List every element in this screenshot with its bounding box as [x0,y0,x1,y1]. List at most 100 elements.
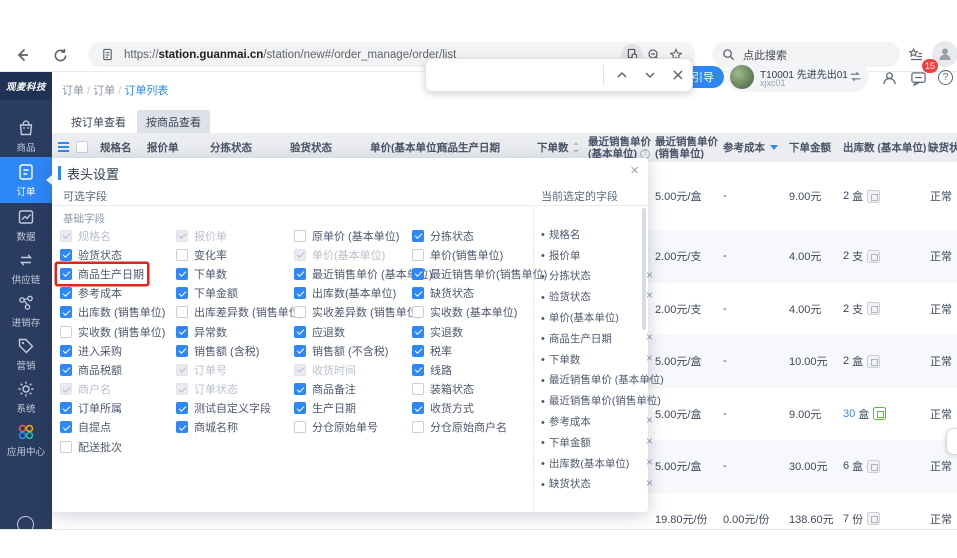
field-checkbox-item[interactable]: 下单数 [173,264,230,283]
sidebar-item[interactable]: 商品 [0,114,52,157]
checkbox-icon[interactable] [176,249,188,261]
checkbox-icon[interactable] [60,230,72,242]
checkbox-icon[interactable] [412,421,424,433]
remove-icon[interactable]: × [646,392,653,406]
checkbox-icon[interactable] [60,326,72,338]
table-column-header[interactable]: 出库数 (基本单位) ? [843,133,937,162]
checkbox-icon[interactable] [294,383,306,395]
field-checkbox-item[interactable]: 单价(销售单位) [409,245,506,264]
field-checkbox-item[interactable]: 异常数 [173,322,230,341]
checkbox-icon[interactable] [176,326,188,338]
field-checkbox-item[interactable]: 商品生产日期 [57,264,147,283]
field-checkbox-item[interactable]: 销售额 (含税) [173,341,262,360]
field-checkbox-item[interactable]: 实收数 (销售单位) [57,322,168,341]
checkbox-icon[interactable] [412,268,424,280]
column-drag-icon[interactable] [58,146,69,148]
floating-side-widget[interactable] [946,428,957,455]
field-checkbox-item[interactable]: 变化率 [173,245,230,264]
checkbox-icon[interactable] [412,383,424,395]
checkbox-icon[interactable] [412,287,424,299]
remove-icon[interactable]: × [646,330,653,344]
checkbox-icon[interactable] [176,383,188,395]
field-checkbox-item[interactable]: 报价单 [173,226,230,245]
column-help-icon[interactable]: ? [640,149,650,159]
field-checkbox-item[interactable]: 规格名 [57,226,114,245]
help-icon[interactable]: ? [938,70,953,85]
checkbox-icon[interactable] [60,441,72,453]
breadcrumb-item[interactable]: 订单 [93,85,124,97]
field-checkbox-item[interactable]: 出库数(基本单位) [291,284,399,303]
field-checkbox-item[interactable]: 销售额 (不含税) [291,341,391,360]
checkbox-icon[interactable] [412,364,424,376]
field-checkbox-item[interactable]: 税率 [409,341,455,360]
field-checkbox-item[interactable]: 商户名 [57,380,114,399]
sort-icon[interactable] [573,142,580,153]
chevron-down-icon[interactable] [636,61,664,89]
checkbox-icon[interactable] [294,421,306,433]
checkbox-icon[interactable] [60,268,72,280]
checkbox-icon[interactable] [176,421,188,433]
note-icon[interactable] [867,355,880,368]
checkbox-icon[interactable] [412,326,424,338]
field-checkbox-item[interactable]: 原单价 (基本单位) [291,226,402,245]
sidebar-extra-icon[interactable] [17,516,34,530]
reload-icon[interactable] [48,43,72,67]
checkbox-icon[interactable] [294,287,306,299]
table-column-header[interactable]: 最近销售单价 (销售单位)? [655,133,718,162]
checkbox-icon[interactable] [412,306,424,318]
checkbox-icon[interactable] [60,345,72,357]
site-info-icon[interactable] [96,44,118,66]
checkbox-icon[interactable] [60,306,72,318]
close-icon[interactable] [664,61,692,89]
checkbox-icon[interactable] [176,287,188,299]
remove-icon[interactable]: × [646,476,653,490]
checkbox-icon[interactable] [412,345,424,357]
filter-icon[interactable] [770,145,778,150]
field-checkbox-item[interactable]: 应退数 [291,322,348,341]
table-column-header[interactable]: 下单金额 ? [789,133,831,162]
checkbox-icon[interactable] [176,268,188,280]
back-icon[interactable] [10,43,34,67]
checkbox-icon[interactable] [294,268,306,280]
checkbox-icon[interactable] [294,306,306,318]
field-checkbox-item[interactable]: 订单所属 [57,399,125,418]
field-checkbox-item[interactable]: 生产日期 [291,399,359,418]
sidebar-item[interactable]: 订单 [0,157,52,203]
checkbox-icon[interactable] [60,402,72,414]
note-icon[interactable] [867,302,880,315]
service-agent-icon[interactable] [881,70,899,88]
field-checkbox-item[interactable]: 最近销售单价(销售单位) [409,264,550,283]
modal-close-icon[interactable]: × [630,162,639,180]
message-bubble-icon[interactable] [910,70,928,88]
note-icon[interactable] [867,250,880,263]
checkbox-icon[interactable] [60,383,72,395]
field-checkbox-item[interactable]: 进入采购 [57,341,125,360]
chevron-up-icon[interactable] [608,61,636,89]
field-checkbox-item[interactable]: 商城名称 [173,418,241,437]
sidebar-item[interactable]: 系统 [0,375,52,418]
checkbox-icon[interactable] [294,326,306,338]
remove-icon[interactable]: × [646,288,653,302]
checkbox-icon[interactable] [294,230,306,242]
note-icon[interactable] [867,460,880,473]
field-checkbox-item[interactable]: 收货方式 [409,399,477,418]
field-checkbox-item[interactable]: 实收差异数 (销售单位) [291,303,424,322]
remove-icon[interactable]: × [646,413,653,427]
field-checkbox-item[interactable]: 订单状态 [173,380,241,399]
checkbox-icon[interactable] [294,364,306,376]
checkbox-icon[interactable] [294,345,306,357]
table-column-header[interactable]: 缺货状态 ? [928,133,957,162]
note-icon[interactable] [873,407,886,420]
user-chip[interactable]: T10001 先进先出01 xjxc01 [727,62,869,92]
remove-icon[interactable]: × [646,268,653,282]
view-tab[interactable]: 按订单查看 [62,110,135,134]
select-all-checkbox[interactable] [76,141,88,153]
field-checkbox-item[interactable]: 单价(基本单位) [291,245,388,264]
field-checkbox-item[interactable]: 订单号 [173,360,230,379]
field-checkbox-item[interactable]: 商品税额 [57,360,125,379]
field-checkbox-item[interactable]: 出库差异数 (销售单位) [173,303,306,322]
field-checkbox-item[interactable]: 参考成本 [57,284,125,303]
sidebar-item[interactable]: 应用中心 [0,418,52,461]
checkbox-icon[interactable] [412,402,424,414]
checkbox-icon[interactable] [176,345,188,357]
